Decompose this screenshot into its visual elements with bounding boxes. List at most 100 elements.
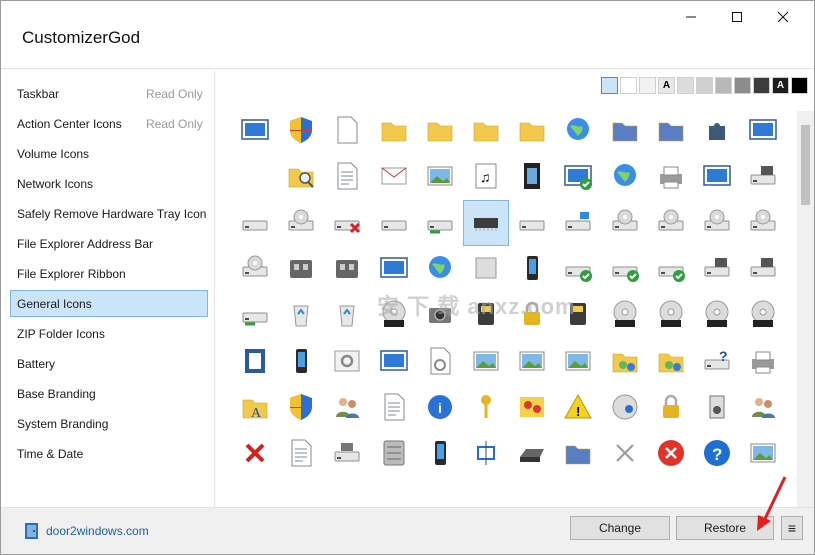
icon-tile[interactable] bbox=[509, 154, 555, 200]
icon-tile[interactable] bbox=[694, 108, 740, 154]
icon-tile[interactable] bbox=[371, 385, 417, 431]
icon-tile[interactable] bbox=[371, 431, 417, 477]
icon-tile[interactable] bbox=[371, 339, 417, 385]
icon-tile[interactable] bbox=[417, 431, 463, 477]
icon-tile[interactable] bbox=[278, 339, 324, 385]
icon-tile[interactable] bbox=[740, 431, 786, 477]
icon-tile[interactable] bbox=[648, 247, 694, 293]
sidebar-item-action-center-icons[interactable]: Action Center Icons Read Only bbox=[10, 110, 208, 137]
icon-tile[interactable]: ♫ bbox=[463, 154, 509, 200]
icon-tile[interactable] bbox=[417, 339, 463, 385]
icon-tile[interactable] bbox=[555, 247, 601, 293]
icon-tile[interactable] bbox=[278, 108, 324, 154]
icon-tile[interactable] bbox=[463, 108, 509, 154]
icon-tile[interactable] bbox=[324, 339, 370, 385]
icon-tile[interactable] bbox=[278, 431, 324, 477]
icon-tile[interactable] bbox=[694, 247, 740, 293]
icon-tile[interactable] bbox=[740, 154, 786, 200]
icon-tile[interactable] bbox=[602, 154, 648, 200]
icon-tile[interactable] bbox=[740, 385, 786, 431]
icon-tile[interactable] bbox=[602, 200, 648, 246]
sidebar-item-base-branding[interactable]: Base Branding bbox=[10, 380, 208, 407]
icon-tile[interactable] bbox=[602, 431, 648, 477]
icon-tile[interactable] bbox=[694, 154, 740, 200]
icon-tile[interactable] bbox=[648, 108, 694, 154]
icon-tile[interactable] bbox=[602, 339, 648, 385]
icon-tile[interactable] bbox=[509, 293, 555, 339]
icon-tile[interactable] bbox=[463, 200, 509, 247]
scrollbar-thumb[interactable] bbox=[801, 125, 810, 205]
icon-tile[interactable] bbox=[371, 293, 417, 339]
icon-tile[interactable] bbox=[555, 154, 601, 200]
icon-tile[interactable]: i bbox=[417, 385, 463, 431]
icon-tile[interactable] bbox=[509, 108, 555, 154]
icon-tile[interactable] bbox=[278, 154, 324, 200]
sidebar-item-time-date[interactable]: Time & Date bbox=[10, 440, 208, 467]
icon-tile[interactable] bbox=[694, 293, 740, 339]
icon-tile[interactable] bbox=[417, 154, 463, 200]
icon-tile[interactable] bbox=[555, 339, 601, 385]
icon-tile[interactable] bbox=[555, 200, 601, 246]
icon-tile[interactable] bbox=[278, 247, 324, 293]
icon-tile[interactable]: ! bbox=[555, 385, 601, 431]
icon-tile[interactable] bbox=[509, 431, 555, 477]
background-swatch[interactable] bbox=[620, 77, 637, 94]
sidebar-item-system-branding[interactable]: System Branding bbox=[10, 410, 208, 437]
icon-tile[interactable] bbox=[371, 200, 417, 246]
icon-tile[interactable] bbox=[324, 431, 370, 477]
icon-tile[interactable] bbox=[694, 200, 740, 246]
sidebar-item-safely-remove-hardware-tray-icon[interactable]: Safely Remove Hardware Tray Icon bbox=[10, 200, 208, 227]
icon-tile[interactable] bbox=[417, 247, 463, 293]
icon-tile[interactable] bbox=[740, 339, 786, 385]
icon-tile[interactable] bbox=[740, 293, 786, 339]
icon-tile[interactable] bbox=[648, 385, 694, 431]
sidebar-item-volume-icons[interactable]: Volume Icons bbox=[10, 140, 208, 167]
icon-tile[interactable] bbox=[740, 108, 786, 154]
icon-tile[interactable] bbox=[463, 385, 509, 431]
brand-link[interactable]: door2windows.com bbox=[23, 522, 149, 540]
icon-tile[interactable] bbox=[278, 385, 324, 431]
icon-tile[interactable] bbox=[694, 385, 740, 431]
close-button[interactable] bbox=[760, 1, 806, 33]
icon-tile[interactable] bbox=[417, 200, 463, 246]
icon-tile[interactable] bbox=[232, 200, 278, 246]
icon-tile[interactable]: A bbox=[232, 385, 278, 431]
icon-tile[interactable] bbox=[648, 431, 694, 477]
icon-tile[interactable] bbox=[555, 293, 601, 339]
icon-tile[interactable]: ? bbox=[694, 431, 740, 477]
icon-tile[interactable] bbox=[371, 247, 417, 293]
sidebar-item-taskbar[interactable]: Taskbar Read Only bbox=[10, 80, 208, 107]
icon-tile[interactable] bbox=[232, 339, 278, 385]
minimize-button[interactable] bbox=[668, 1, 714, 33]
icon-tile[interactable] bbox=[602, 108, 648, 154]
icon-tile[interactable] bbox=[509, 339, 555, 385]
background-swatch[interactable] bbox=[734, 77, 751, 94]
background-swatch[interactable]: A bbox=[658, 77, 675, 94]
icon-tile[interactable] bbox=[232, 431, 278, 477]
sidebar-item-general-icons[interactable]: General Icons bbox=[10, 290, 208, 317]
icon-tile[interactable]: ? bbox=[694, 339, 740, 385]
background-swatch[interactable] bbox=[753, 77, 770, 94]
icon-tile[interactable] bbox=[463, 339, 509, 385]
background-swatch[interactable] bbox=[639, 77, 656, 94]
background-swatch[interactable] bbox=[601, 77, 618, 94]
icon-tile[interactable] bbox=[324, 247, 370, 293]
icon-tile[interactable] bbox=[324, 154, 370, 200]
sidebar-item-file-explorer-ribbon[interactable]: File Explorer Ribbon bbox=[10, 260, 208, 287]
icon-tile[interactable] bbox=[463, 293, 509, 339]
background-swatch[interactable]: A bbox=[772, 77, 789, 94]
icon-tile[interactable] bbox=[324, 385, 370, 431]
icon-tile[interactable] bbox=[648, 339, 694, 385]
icon-tile[interactable] bbox=[648, 200, 694, 246]
sidebar-item-file-explorer-address-bar[interactable]: File Explorer Address Bar bbox=[10, 230, 208, 257]
icon-tile[interactable] bbox=[602, 293, 648, 339]
icon-tile[interactable] bbox=[740, 200, 786, 246]
icon-tile[interactable] bbox=[602, 385, 648, 431]
change-button[interactable]: Change bbox=[570, 516, 670, 540]
icon-tile[interactable] bbox=[417, 108, 463, 154]
maximize-button[interactable] bbox=[714, 1, 760, 33]
icon-tile[interactable] bbox=[417, 293, 463, 339]
icon-tile[interactable] bbox=[371, 154, 417, 200]
background-swatch[interactable] bbox=[677, 77, 694, 94]
icon-tile[interactable] bbox=[324, 200, 370, 246]
